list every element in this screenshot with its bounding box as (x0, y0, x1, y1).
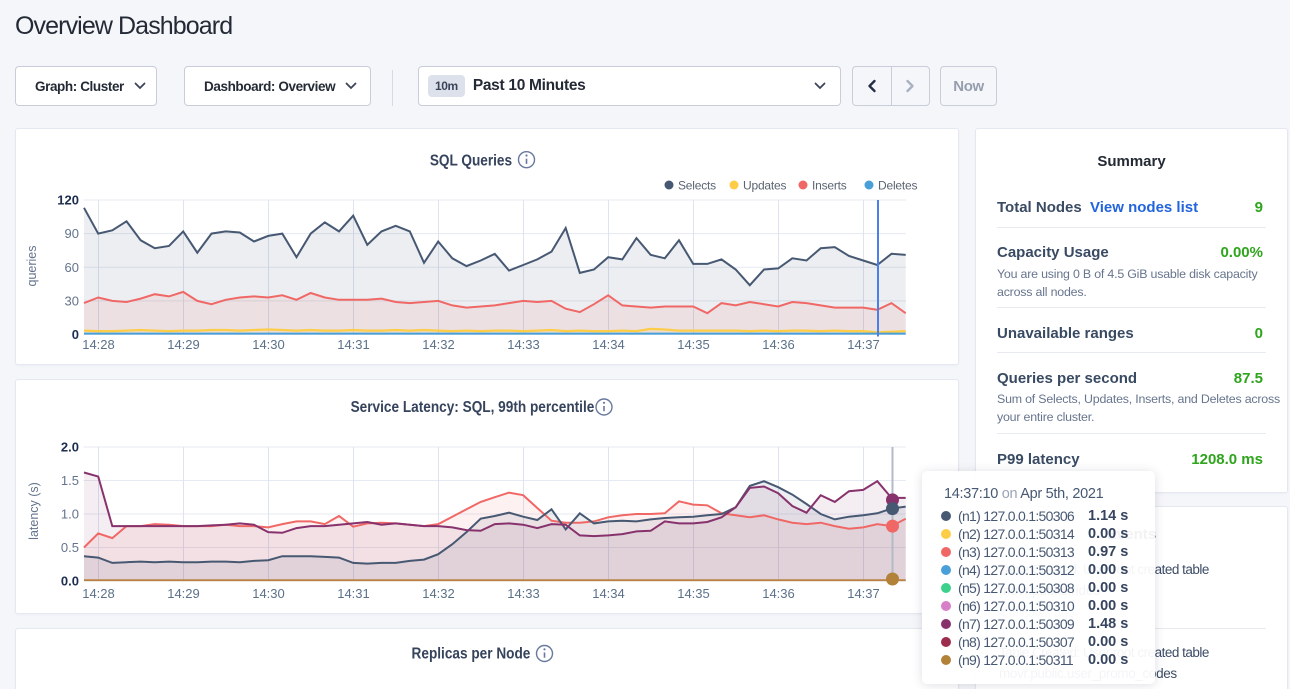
svg-text:14:35: 14:35 (677, 586, 710, 601)
svg-text:14:35: 14:35 (677, 337, 710, 352)
svg-text:14:30: 14:30 (252, 586, 285, 601)
svg-text:14:31: 14:31 (337, 586, 370, 601)
svg-text:queries: queries (25, 246, 39, 287)
svg-text:14:28: 14:28 (82, 337, 115, 352)
svg-text:14:30: 14:30 (252, 337, 285, 352)
svg-text:14:28: 14:28 (82, 586, 115, 601)
svg-text:14:31: 14:31 (337, 337, 370, 352)
svg-text:14:32: 14:32 (422, 337, 455, 352)
svg-text:14:29: 14:29 (167, 586, 200, 601)
svg-text:latency (s): latency (s) (27, 482, 41, 540)
svg-text:Updates: Updates (743, 179, 786, 193)
svg-text:SQL Queries: SQL Queries (430, 153, 512, 170)
svg-text:Deletes: Deletes (878, 179, 917, 193)
svg-text:0.5: 0.5 (61, 540, 79, 555)
svg-text:14:33: 14:33 (507, 337, 540, 352)
svg-text:30: 30 (65, 293, 79, 308)
svg-text:1.0: 1.0 (61, 507, 79, 522)
svg-text:120: 120 (57, 193, 79, 208)
svg-text:Service Latency: SQL, 99th per: Service Latency: SQL, 99th percentile (351, 399, 595, 416)
svg-text:14:34: 14:34 (592, 586, 625, 601)
svg-text:14:34: 14:34 (592, 337, 625, 352)
svg-text:1.5: 1.5 (61, 473, 79, 488)
svg-text:14:29: 14:29 (167, 337, 200, 352)
svg-text:14:36: 14:36 (762, 337, 795, 352)
svg-text:14:32: 14:32 (422, 586, 455, 601)
svg-text:Inserts: Inserts (812, 179, 847, 193)
svg-text:0: 0 (72, 327, 79, 342)
svg-text:Replicas per Node: Replicas per Node (412, 646, 531, 663)
svg-text:Selects: Selects (678, 179, 716, 193)
svg-text:14:37: 14:37 (847, 337, 880, 352)
svg-text:14:36: 14:36 (762, 586, 795, 601)
svg-text:0.0: 0.0 (61, 574, 79, 589)
svg-text:60: 60 (65, 260, 79, 275)
svg-text:14:37: 14:37 (847, 586, 880, 601)
svg-text:14:33: 14:33 (507, 586, 540, 601)
svg-text:90: 90 (65, 226, 79, 241)
svg-text:2.0: 2.0 (61, 440, 79, 455)
